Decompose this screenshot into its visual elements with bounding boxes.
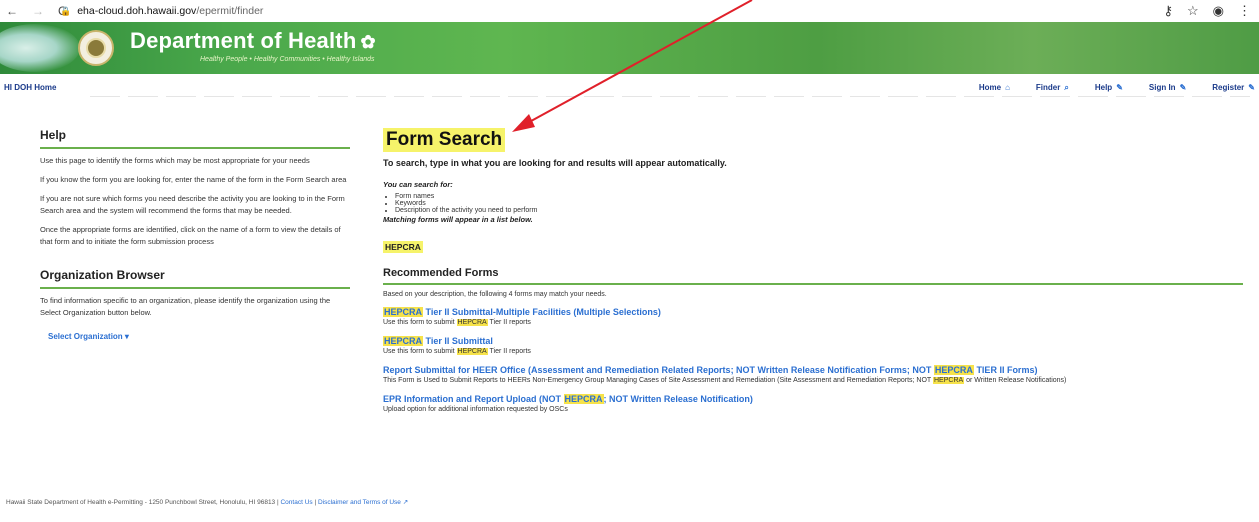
top-navigation: HI DOH Home Home ⌂ Finder ⌕ Help ✎ Sign In ✎… [0,76,1259,98]
help-paragraph: If you are not sure which forms you need… [40,194,345,215]
chevron-down-icon: ▾ [124,332,129,341]
nav-signin-link[interactable]: Sign In ✎ [1149,83,1186,93]
result-item: HEPCRA Tier II Submittal Use this form t… [383,336,1243,356]
menu-dots-icon[interactable]: ⋮ [1238,3,1251,19]
back-arrow-icon[interactable]: ← [6,4,18,18]
browser-nav: ← → C [0,4,67,18]
result-title-link[interactable]: EPR Information and Report Upload (NOT H… [383,394,1243,405]
org-browser-text: To find information specific to an organ… [40,296,331,317]
results-count-text: Based on your description, the following… [383,291,607,298]
browser-toolbar: ← → C 🔒 eha-cloud.doh.hawaii.gov/epermit… [0,0,1259,22]
nav-finder-link[interactable]: Finder ⌕ [1036,83,1069,93]
browser-actions: ⚷ ☆ ◉ ⋮ [1163,3,1251,19]
house-icon: ⌂ [1005,83,1010,92]
site-tagline: Healthy People • Healthy Communities • H… [200,56,375,63]
nav-links: Home ⌂ Finder ⌕ Help ✎ Sign In ✎ Register ✎ [979,83,1255,93]
nav-register-link[interactable]: Register ✎ [1212,83,1255,93]
contact-us-link[interactable]: Contact Us [280,499,312,506]
result-description: Use this form to submit HEPCRA Tier II r… [383,319,531,326]
page-footer: Hawaii State Department of Health e-Perm… [6,499,409,506]
form-search-panel: Form Search To search, type in what you … [383,128,1243,414]
footer-text: Hawaii State Department of Health e-Perm… [6,499,279,506]
list-item: Description of the activity you need to … [395,207,1243,214]
result-item: EPR Information and Report Upload (NOT H… [383,394,1243,414]
result-item: HEPCRA Tier II Submittal-Multiple Facili… [383,307,1243,327]
result-description: Upload option for additional information… [383,406,568,413]
org-browser-heading: Organization Browser [40,268,350,289]
address-bar[interactable]: 🔒 eha-cloud.doh.hawaii.gov/epermit/finde… [60,5,263,17]
pencil-icon: ✎ [1116,83,1123,92]
help-paragraph: Use this page to identify the forms whic… [40,156,310,165]
search-input[interactable]: HEPCRA [383,241,423,253]
recommended-forms-heading: Recommended Forms [383,267,1243,285]
state-seal-logo [78,30,114,66]
query-highlight: HEPCRA [383,336,424,346]
nav-home-link[interactable]: Home ⌂ [979,83,1010,93]
result-description: Use this form to submit HEPCRA Tier II r… [383,348,531,355]
query-highlight: HEPCRA [563,394,604,404]
forward-arrow-icon[interactable]: → [32,4,44,18]
result-item: Report Submittal for HEER Office (Assess… [383,365,1243,385]
can-search-label: You can search for: [383,180,453,189]
search-instructions: To search, type in what you are looking … [383,158,727,168]
pencil-icon: ✎ [1248,83,1255,92]
site-title-text: Department of Health [130,28,357,53]
result-description: This Form is Used to Submit Reports to H… [383,377,1067,384]
nav-divider [90,96,1250,97]
wave-graphic [0,24,80,72]
list-item: Form names [395,193,1243,200]
url-path: /epermit/finder [196,5,264,17]
flower-icon: ✿ [360,32,376,52]
matching-forms-note: Matching forms will appear in a list bel… [383,215,533,224]
help-paragraph: Once the appropriate forms are identifie… [40,225,341,246]
result-title-link[interactable]: Report Submittal for HEER Office (Assess… [383,365,1243,376]
lock-icon[interactable]: 🔒 [60,6,71,17]
search-icon: ⌕ [1064,83,1069,92]
result-title-link[interactable]: HEPCRA Tier II Submittal-Multiple Facili… [383,307,1243,318]
key-icon[interactable]: ⚷ [1163,3,1173,19]
query-highlight: HEPCRA [456,348,488,355]
list-item: Keywords [395,200,1243,207]
pencil-icon: ✎ [1179,83,1187,92]
help-paragraph: If you know the form you are looking for… [40,175,347,184]
query-highlight: HEPCRA [383,307,424,317]
site-title: Department of Health ✿ [130,28,376,54]
nav-help-link[interactable]: Help ✎ [1095,83,1123,93]
query-highlight: HEPCRA [456,319,488,326]
disclaimer-link[interactable]: Disclaimer and Terms of Use [318,499,401,506]
left-sidebar: Help Use this page to identify the forms… [40,128,350,344]
select-organization-button[interactable]: Select Organization ▾ [48,332,129,341]
external-link-icon: ↗ [402,499,409,506]
query-highlight: HEPCRA [933,365,974,375]
star-icon[interactable]: ☆ [1187,3,1199,19]
help-heading: Help [40,128,350,149]
hi-doh-home-link[interactable]: HI DOH Home [4,83,56,92]
search-options-list: Form names Keywords Description of the a… [395,193,1243,214]
site-banner: Department of Health ✿ Healthy People • H… [0,22,1259,74]
organization-browser: Organization Browser To find information… [40,268,350,344]
profile-icon[interactable]: ◉ [1213,3,1224,19]
url-host: eha-cloud.doh.hawaii.gov [77,5,197,17]
form-search-heading: Form Search [383,128,506,152]
query-highlight: HEPCRA [933,377,965,384]
result-title-link[interactable]: HEPCRA Tier II Submittal [383,336,1243,347]
